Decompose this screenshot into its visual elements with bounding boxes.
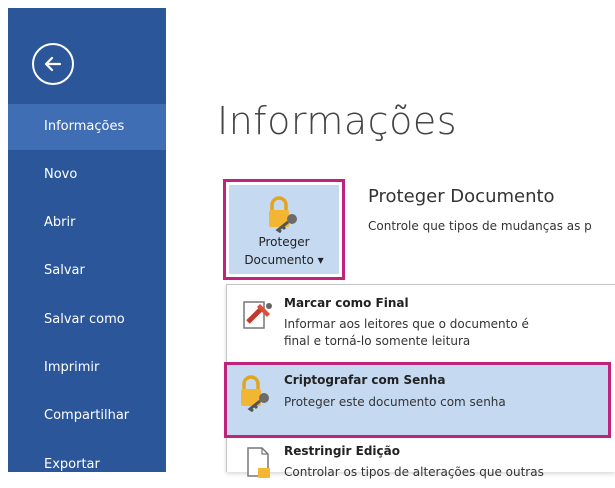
menu-item-description: Informar aos leitores que o documento é [284,317,529,331]
highlight-border [224,362,611,438]
menu-item-description: Controlar os tipos de alterações que out… [284,465,544,479]
section-title: Proteger Documento [368,186,555,207]
menu-item-title: Marcar como Final [284,296,409,310]
nav-item-novo[interactable]: Novo [8,152,166,198]
section-description: Controle que tipos de mudanças as p [368,219,592,233]
protect-document-button[interactable]: Proteger Documento ▾ [223,179,345,280]
nav-item-salvar-como[interactable]: Salvar como [8,297,166,343]
nav-item-compartilhar[interactable]: Compartilhar [8,393,166,439]
page-title: Informações [217,99,457,143]
window-top-border [0,0,615,8]
back-arrow-icon [44,56,62,72]
nav-item-exportar[interactable]: Exportar [8,442,166,488]
menu-item-mark-final[interactable]: Marcar como Final Informar aos leitores … [226,286,615,360]
protect-button-label-line1: Proteger [258,235,310,249]
menu-item-description: final e torná-lo somente leitura [284,334,471,348]
nav-item-abrir[interactable]: Abrir [8,200,166,246]
menu-item-restrict-editing[interactable]: Restringir Edição Controlar os tipos de … [226,440,615,479]
nav-item-informacoes[interactable]: Informações [8,104,166,150]
nav-item-imprimir[interactable]: Imprimir [8,345,166,391]
protect-button-label-line2: Documento ▾ [244,253,324,267]
back-button[interactable] [32,43,74,85]
protect-document-button-fill: Proteger Documento ▾ [229,185,339,274]
backstage-sidebar: Informações Novo Abrir Salvar Salvar com… [8,8,166,472]
mark-final-icon [243,301,272,329]
nav-item-salvar[interactable]: Salvar [8,248,166,294]
lock-key-icon [269,196,297,233]
restrict-editing-icon [247,447,270,478]
menu-item-title: Restringir Edição [284,444,400,458]
